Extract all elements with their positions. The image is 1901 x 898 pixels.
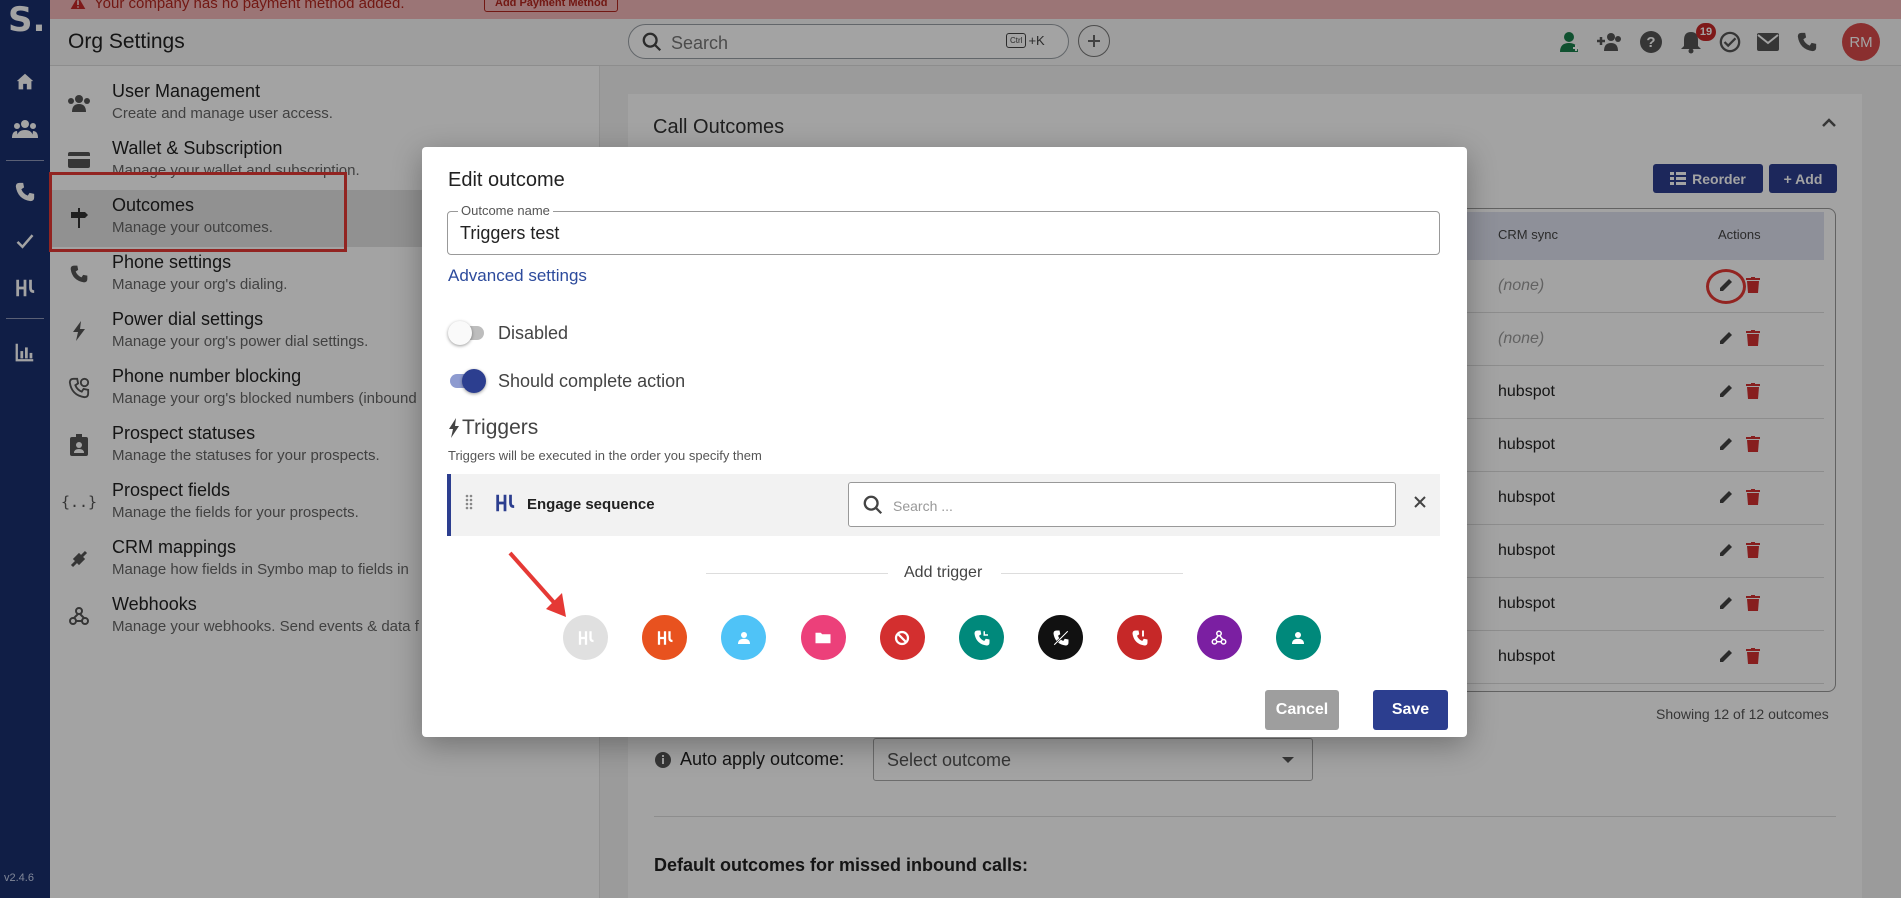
trigger-name: Engage sequence	[527, 496, 655, 513]
search-icon	[863, 495, 883, 515]
sequence-icon	[496, 494, 515, 512]
no-call-trigger-icon[interactable]	[1038, 615, 1084, 660]
disabled-toggle-label: Disabled	[498, 323, 569, 343]
sequence-search-input[interactable]: Search ...	[848, 482, 1396, 527]
sequence-alt-trigger-icon[interactable]	[642, 615, 688, 660]
drag-handle-icon[interactable]	[465, 494, 473, 512]
triggers-heading: Triggers	[448, 416, 538, 440]
field-label: Outcome name	[458, 203, 553, 218]
outcome-name-field[interactable]: Outcome name Triggers test	[447, 203, 1440, 255]
edit-outcome-dialog: Edit outcome Outcome name Triggers test …	[422, 147, 1467, 737]
should-complete-label: Should complete action	[498, 371, 686, 391]
block-trigger-icon[interactable]	[879, 615, 925, 660]
add-trigger-label: Add trigger	[904, 564, 983, 581]
assign-user-trigger-icon[interactable]	[721, 615, 767, 660]
trigger-item: Engage sequence Search ...	[447, 474, 1440, 536]
webhook-trigger-icon[interactable]	[1196, 615, 1242, 660]
triggers-subtitle: Triggers will be executed in the order y…	[448, 448, 762, 463]
save-button[interactable]: Save	[1373, 690, 1448, 730]
divider-left	[706, 573, 888, 574]
phone-missed-trigger-icon[interactable]	[1117, 615, 1163, 660]
dialog-title: Edit outcome	[448, 169, 565, 191]
phone-callback-trigger-icon[interactable]	[959, 615, 1004, 660]
advanced-settings-link[interactable]: Advanced settings	[448, 266, 587, 286]
contact-status-trigger-icon[interactable]	[1275, 615, 1321, 660]
close-icon[interactable]	[1413, 495, 1427, 509]
cancel-button[interactable]: Cancel	[1265, 690, 1339, 730]
field-value: Triggers test	[460, 223, 560, 243]
lightning-icon	[449, 418, 459, 438]
folder-trigger-icon[interactable]	[800, 615, 846, 660]
annotation-arrow	[508, 551, 566, 617]
should-complete-toggle[interactable]	[448, 369, 486, 393]
disabled-toggle[interactable]	[448, 321, 486, 345]
divider-right	[1001, 573, 1183, 574]
